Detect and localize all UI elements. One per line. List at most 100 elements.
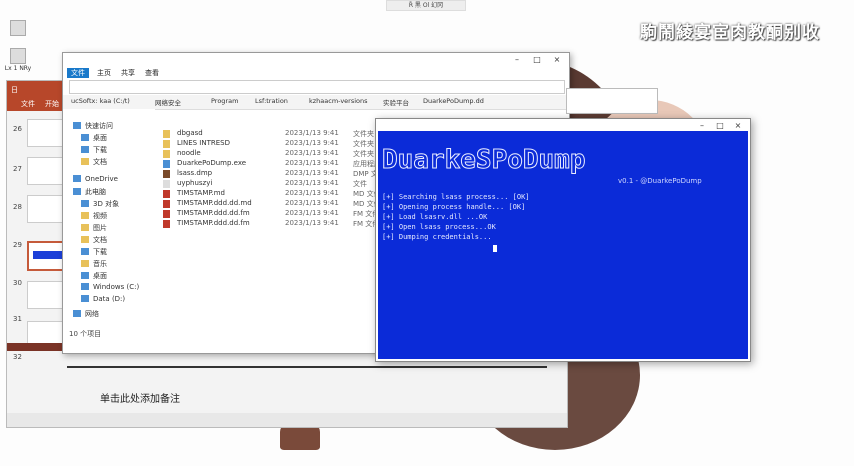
- nav-item[interactable]: 网络: [73, 309, 99, 319]
- explorer-status: 10 个项目: [69, 330, 102, 338]
- nav-item[interactable]: Data (D:): [81, 295, 125, 303]
- file-date: 2023/1/13 9:41: [285, 159, 339, 167]
- folder-icon: [81, 158, 89, 165]
- quick-tab[interactable]: Lsf:tration: [255, 97, 288, 105]
- quick-tab[interactable]: ucSoftx: kaa (C:/t): [71, 97, 130, 105]
- file-name: TIMSTAMP.ddd.dd.fm: [177, 219, 250, 227]
- terminal-title-bar[interactable]: – □ ×: [376, 119, 750, 131]
- explorer-title-bar[interactable]: – □ ×: [63, 53, 569, 68]
- file-icon: [10, 48, 26, 64]
- explorer-ribbon: 文件 主页 共享 查看: [63, 67, 569, 79]
- file-icon: [163, 180, 170, 188]
- nav-label: 下载: [93, 146, 107, 154]
- desktop-icon[interactable]: Lx 1 NRy: [4, 48, 32, 72]
- network-icon: [73, 310, 81, 317]
- file-name: dbgasd: [177, 129, 203, 137]
- top-tab[interactable]: Ȑ 黑 Ol 幻冈: [386, 0, 466, 11]
- nav-item[interactable]: 文档: [81, 235, 107, 245]
- ppt-menu-item[interactable]: 日: [11, 85, 18, 95]
- quick-tab[interactable]: Program: [211, 97, 238, 105]
- drive-icon: [81, 283, 89, 290]
- notes-pane[interactable]: 单击此处添加备注: [100, 390, 180, 405]
- nav-item[interactable]: 音乐: [81, 259, 107, 269]
- document-icon: [163, 210, 170, 218]
- download-icon: [81, 146, 89, 153]
- file-icon: [10, 20, 26, 36]
- quick-tab[interactable]: DuarkePoDump.dd: [423, 97, 484, 105]
- quick-tab[interactable]: 实验平台: [383, 97, 409, 107]
- nav-item[interactable]: 视频: [81, 211, 107, 221]
- computer-icon: [73, 188, 81, 195]
- console-line: [+] Load lsasrv.dll ...OK: [382, 213, 488, 221]
- tab-file[interactable]: 文件: [67, 68, 89, 78]
- nav-label: Data (D:): [93, 295, 126, 303]
- nav-item[interactable]: Windows (C:): [81, 283, 139, 291]
- quick-tab[interactable]: kzhaacm-versions: [309, 97, 368, 105]
- app-icon: [163, 160, 170, 168]
- download-icon: [81, 248, 89, 255]
- desktop-icon-label: Lx 1 NRy: [4, 65, 32, 72]
- background-window: [566, 88, 658, 114]
- slide-number: 32: [13, 353, 22, 361]
- nav-item[interactable]: 下载: [81, 145, 107, 155]
- video-icon: [81, 212, 89, 219]
- document-icon: [163, 190, 170, 198]
- quick-tab[interactable]: 网络安全: [155, 97, 181, 107]
- nav-item[interactable]: 3D 对象: [81, 199, 119, 209]
- ppt-menu-item[interactable]: 开始: [45, 99, 59, 109]
- nav-item[interactable]: OneDrive: [73, 175, 118, 183]
- desktop-icon[interactable]: [4, 20, 32, 37]
- slide-number: 27: [13, 165, 22, 173]
- file-type: 文件夹: [353, 150, 374, 158]
- tab-view[interactable]: 查看: [141, 68, 163, 78]
- nav-item[interactable]: 下载: [81, 247, 107, 257]
- terminal-console[interactable]: DuarkeSPoDump v0.1 - @DuarkePoDump [+] S…: [378, 131, 748, 359]
- text-cursor: [493, 245, 497, 252]
- folder-icon: [163, 140, 170, 148]
- nav-item[interactable]: 桌面: [81, 133, 107, 143]
- document-icon: [163, 220, 170, 228]
- nav-label: OneDrive: [85, 175, 118, 183]
- nav-label: 桌面: [93, 134, 107, 142]
- document-icon: [163, 200, 170, 208]
- nav-item[interactable]: 图片: [81, 223, 107, 233]
- maximize-icon[interactable]: □: [529, 54, 545, 66]
- nav-item[interactable]: 文档: [81, 157, 107, 167]
- nav-label: 图片: [93, 224, 107, 232]
- ppt-menu-item[interactable]: 文件: [21, 99, 35, 109]
- console-line: [+] Searching lsass process... [OK]: [382, 193, 530, 201]
- file-name: TIMSTAMP.md: [177, 189, 226, 197]
- nav-label: Windows (C:): [93, 283, 140, 291]
- nav-label: 网络: [85, 310, 99, 318]
- file-name: noodle: [177, 149, 201, 157]
- tab-share[interactable]: 共享: [117, 68, 139, 78]
- slide-number: 31: [13, 315, 22, 323]
- file-name: uyphuszyi: [177, 179, 213, 187]
- dump-file-icon: [163, 170, 170, 178]
- slide-number: 26: [13, 125, 22, 133]
- watermark: 駒鬧綾宴宦肉教酮别收: [640, 23, 820, 43]
- slide-number: 29: [13, 241, 22, 249]
- file-date: 2023/1/13 9:41: [285, 209, 339, 217]
- nav-item[interactable]: 快速访问: [73, 121, 113, 131]
- file-name: TIMSTAMP.ddd.dd.md: [177, 199, 252, 207]
- slide-divider: [67, 366, 547, 368]
- nav-item[interactable]: 此电脑: [73, 187, 106, 197]
- file-date: 2023/1/13 9:41: [285, 179, 339, 187]
- address-bar[interactable]: [69, 80, 565, 94]
- file-type: 文件夹: [353, 130, 374, 138]
- nav-label: 快速访问: [85, 122, 113, 130]
- picture-icon: [81, 224, 89, 231]
- navigation-pane: 快速访问 桌面 下载 文档 OneDrive 此电脑 3D 对象 视频 图片 文…: [63, 109, 155, 353]
- nav-item[interactable]: 桌面: [81, 271, 107, 281]
- cube-icon: [81, 200, 89, 207]
- tab-home[interactable]: 主页: [93, 68, 115, 78]
- file-date: 2023/1/13 9:41: [285, 189, 339, 197]
- file-type: 文件夹: [353, 140, 374, 148]
- close-icon[interactable]: ×: [549, 54, 565, 66]
- console-line: [+] Open lsass process...OK: [382, 223, 496, 231]
- nav-label: 文档: [93, 158, 107, 166]
- minimize-icon[interactable]: –: [509, 54, 525, 66]
- ascii-banner: DuarkeSPoDump: [382, 145, 586, 176]
- slide-number: 28: [13, 203, 22, 211]
